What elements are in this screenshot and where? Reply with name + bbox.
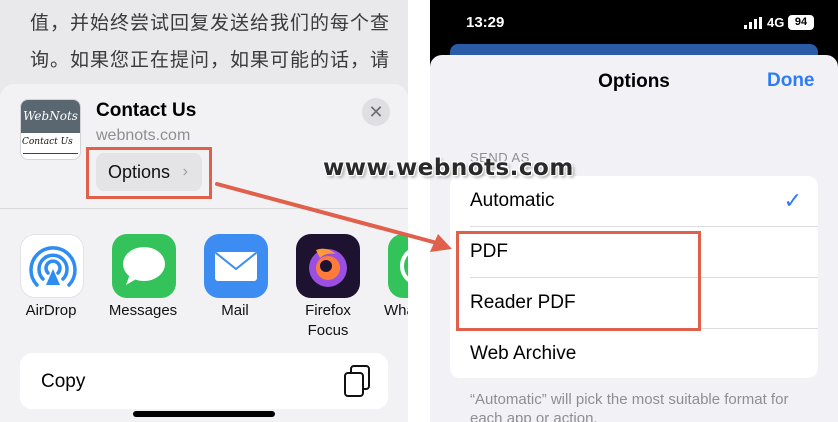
divider [0, 208, 408, 209]
messages-icon [123, 247, 165, 285]
status-time: 13:29 [466, 14, 505, 31]
right-phone-screen: 13:29 4G 94 Options Done SEND AS Automat… [430, 0, 838, 422]
signal-icon [744, 17, 762, 29]
close-button[interactable]: ✕ [362, 98, 390, 126]
airdrop-app-button[interactable] [20, 234, 84, 298]
home-indicator [133, 411, 275, 417]
whatsapp-app-button[interactable] [388, 234, 408, 298]
webnots-watermark: www.webnots.com [323, 155, 574, 181]
mail-app-button[interactable] [204, 234, 268, 298]
done-button[interactable]: Done [767, 70, 815, 92]
page-thumbnail: WebNots Contact Us [20, 99, 81, 160]
whatsapp-icon [400, 250, 408, 282]
checkmark-icon: ✓ [783, 188, 802, 213]
option-automatic[interactable]: Automatic ✓ [450, 176, 818, 226]
firefox-focus-icon [309, 248, 347, 287]
option-automatic-label: Automatic [470, 190, 555, 211]
messages-app-button[interactable] [112, 234, 176, 298]
option-web-archive-label: Web Archive [470, 343, 577, 364]
airdrop-label: AirDrop [25, 302, 77, 319]
whatsapp-label: Wha [384, 302, 408, 319]
firefox-focus-app-button[interactable] [296, 234, 360, 298]
options-highlight-box [86, 147, 212, 199]
background-text-line-2: 询。如果您正在提问，如果可能的话，请 [30, 49, 391, 71]
network-type: 4G [767, 15, 785, 30]
copy-icon [344, 365, 370, 397]
share-sheet-title: Contact Us [96, 100, 197, 121]
pdf-options-highlight-box [456, 231, 701, 331]
copy-label: Copy [41, 371, 86, 392]
option-web-archive[interactable]: Web Archive [450, 329, 818, 379]
mail-label: Mail [221, 302, 249, 319]
messages-label: Messages [108, 302, 178, 319]
firefox-label-line-2: Focus [307, 322, 349, 339]
share-sheet-domain: webnots.com [96, 127, 191, 144]
left-phone-screen: 值，并始终尝试回复发送给我们的每个查 询。如果您正在提问，如果可能的话，请 We… [0, 0, 408, 422]
battery-icon: 94 [788, 15, 814, 30]
webnots-logo: WebNots [21, 100, 80, 133]
mail-icon [215, 252, 257, 281]
copy-action-row[interactable]: Copy [20, 353, 388, 409]
firefox-label-line-1: Firefox [305, 302, 351, 319]
background-text-line-1: 值，并始终尝试回复发送给我们的每个查 [30, 12, 391, 34]
send-as-footnote: “Automatic” will pick the most suitable … [470, 391, 789, 422]
thumbnail-page-text: Contact Us [22, 137, 73, 147]
airdrop-icon [29, 246, 77, 287]
close-icon: ✕ [368, 102, 384, 122]
